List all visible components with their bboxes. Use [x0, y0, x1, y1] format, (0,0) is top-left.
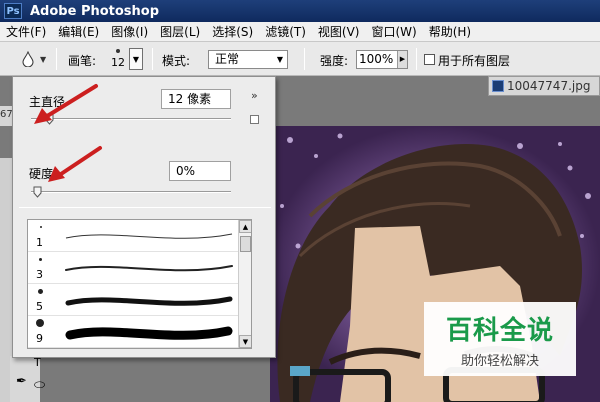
menu-view[interactable]: 视图(V) [312, 23, 366, 40]
menu-file[interactable]: 文件(F) [0, 23, 52, 40]
brush-stroke-preview [65, 326, 233, 340]
red-arrow-annotation-icon [48, 146, 102, 182]
brush-label: 画笔: [68, 54, 97, 68]
brush-preset-item[interactable]: 3 [28, 252, 238, 284]
menu-edit[interactable]: 编辑(E) [52, 23, 105, 40]
brush-size-label: 1 [36, 236, 43, 249]
options-divider [416, 48, 417, 70]
hardness-slider-track[interactable] [31, 191, 231, 193]
ellipse-tool-icon[interactable]: ⬭ [34, 378, 45, 393]
options-divider [152, 48, 153, 70]
window-title: Adobe Photoshop [30, 3, 160, 19]
brush-preset-item[interactable]: 9 [28, 316, 238, 348]
strength-input[interactable]: 100% ▶ [356, 50, 408, 69]
ps-logo-icon: Ps [4, 3, 22, 19]
title-bar: Ps Adobe Photoshop [0, 0, 600, 22]
hardness-slider-thumb[interactable] [33, 186, 42, 198]
brush-stroke-preview [65, 265, 233, 272]
scroll-thumb[interactable] [240, 236, 251, 252]
brush-picker-button[interactable]: ▼ [129, 48, 143, 70]
scroll-up-icon[interactable]: ▲ [239, 220, 251, 233]
watermark-title: 百科全说 [445, 316, 554, 346]
scroll-down-icon[interactable]: ▼ [239, 335, 251, 348]
brush-tip-icon [116, 49, 120, 53]
blur-tool-drop-icon[interactable] [22, 51, 34, 67]
chevron-right-icon[interactable]: ▶ [397, 51, 407, 68]
watermark-logo: 百科全说 助你轻松解决 [424, 302, 576, 376]
brush-preset-item[interactable]: 5 [28, 284, 238, 316]
menu-filter[interactable]: 滤镜(T) [259, 23, 312, 40]
hardness-value: 0% [176, 164, 196, 178]
red-arrow-annotation-icon [34, 84, 98, 124]
brush-size-label: 5 [36, 300, 43, 313]
menu-window[interactable]: 窗口(W) [365, 23, 422, 40]
strength-value: 100% [359, 52, 394, 66]
ps-file-icon [492, 80, 504, 92]
mode-label: 模式: [162, 54, 191, 68]
brush-size-value: 12 [111, 56, 125, 69]
brush-preset-item[interactable]: 1 [28, 220, 238, 252]
all-layers-label: 用于所有图层 [438, 54, 511, 68]
menu-bar: 文件(F) 编辑(E) 图像(I) 图层(L) 选择(S) 滤镜(T) 视图(V… [0, 22, 600, 42]
diameter-value: 12 像素 [168, 92, 212, 106]
all-layers-checkbox[interactable] [424, 54, 435, 65]
mode-select[interactable]: 正常 ▼ [208, 50, 288, 69]
brush-stroke-preview [65, 233, 233, 239]
document-tab[interactable]: 10047747.jpg [488, 76, 600, 96]
pen-tool-icon[interactable]: ✒ [16, 374, 27, 389]
options-divider [56, 48, 57, 70]
brush-list-scrollbar[interactable]: ▲ ▼ [238, 220, 251, 348]
panel-divider [19, 207, 271, 208]
brush-tip-icon [40, 226, 42, 228]
menu-layer[interactable]: 图层(L) [154, 23, 206, 40]
tools-panel-bottom: ✒ T ⬭ [10, 356, 45, 402]
brush-tip-icon [38, 289, 43, 294]
brush-preset-list: 1 3 5 9 ▲ ▼ [27, 219, 252, 349]
hardness-input[interactable]: 0% [169, 161, 231, 181]
watermark-subtitle: 助你轻松解决 [460, 354, 539, 369]
brush-size-label: 3 [36, 268, 43, 281]
brush-preview[interactable]: 12 [108, 46, 128, 74]
mode-value: 正常 [215, 52, 240, 66]
panel-menu-icon[interactable]: » [251, 89, 258, 102]
menu-help[interactable]: 帮助(H) [423, 23, 477, 40]
options-divider [304, 48, 305, 70]
brush-tip-icon [39, 258, 42, 261]
strength-label: 强度: [320, 54, 349, 68]
tool-preset-chevron-down-icon[interactable]: ▼ [40, 55, 46, 64]
options-bar: ▼ 画笔: 12 ▼ 模式: 正常 ▼ 强度: 100% ▶ 用于所有图层 [0, 42, 600, 76]
panel-resize-icon[interactable] [250, 115, 259, 124]
brush-size-label: 9 [36, 332, 43, 345]
menu-image[interactable]: 图像(I) [105, 23, 154, 40]
menu-select[interactable]: 选择(S) [206, 23, 259, 40]
brush-tip-icon [36, 319, 44, 327]
chevron-down-icon: ▼ [132, 54, 140, 64]
chevron-down-icon: ▼ [276, 55, 283, 64]
document-title: 10047747.jpg [507, 79, 591, 93]
diameter-input[interactable]: 12 像素 [161, 89, 231, 109]
brush-stroke-preview [65, 296, 233, 306]
